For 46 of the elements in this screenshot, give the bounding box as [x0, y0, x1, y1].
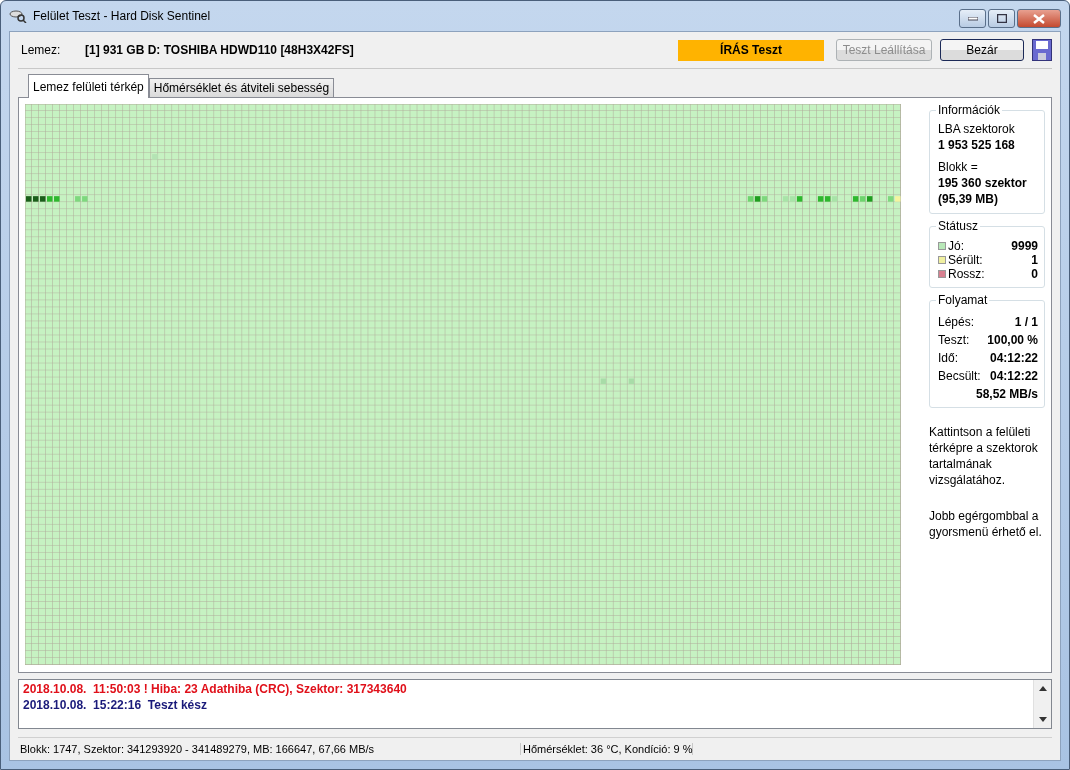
disk-label: Lemez: [20, 43, 62, 57]
log-entry: 2018.10.08. 15:22:16 Teszt kész [23, 697, 208, 713]
group-title: Státusz [936, 219, 981, 233]
disk-magnifier-icon [9, 9, 27, 23]
disk-name: [1] 931 GB D: TOSHIBA HDWD110 [48H3X42FS] [85, 43, 355, 57]
info-value: 195 360 szektor [938, 175, 1028, 191]
minimize-icon [967, 16, 978, 21]
progress-value: 04:12:22 [989, 369, 1038, 383]
info-label: LBA szektorok [938, 121, 1016, 137]
help-text: Jobb egérgombbal a gyorsmenü érhető el. [929, 508, 1043, 540]
group-title: Információk [936, 103, 1003, 117]
status-label: Rossz: [948, 267, 985, 281]
progress-label: Teszt: [938, 333, 970, 347]
group-title: Folyamat [936, 293, 990, 307]
progress-value: 04:12:22 [989, 351, 1038, 365]
tab[interactable]: Hőmérséklet és átviteli sebesség [148, 78, 335, 98]
scroll-down-icon[interactable] [1038, 717, 1047, 722]
tab[interactable]: Lemez felületi térkép [28, 74, 149, 98]
progress-label: Lépés: [938, 315, 975, 329]
test-mode-badge: ÍRÁS Teszt [678, 39, 824, 61]
status-count: 9999 [1011, 239, 1038, 253]
progress-value: 100,00 % [987, 333, 1038, 347]
scroll-up-icon[interactable] [1038, 686, 1047, 691]
status-bar-text: Hőmérséklet: 36 °C, Kondíció: 9 % [521, 743, 694, 755]
progress-value: 1 / 1 [1014, 315, 1038, 329]
window-title: Felület Teszt - Hard Disk Sentinel [33, 9, 212, 23]
progress-label: Becsült: [938, 369, 981, 383]
save-icon[interactable] [1032, 39, 1052, 61]
info-label: Blokk = [938, 159, 979, 175]
close-dialog-button[interactable]: Bezár [940, 39, 1024, 61]
help-text: Kattintson a felületi térképre a szektorok tartalmának vizsgálatához. [929, 424, 1039, 488]
progress-label: Idő: [938, 351, 958, 365]
close-icon [1033, 13, 1045, 24]
status-bar-text: Blokk: 1747, Szektor: 341293920 - 341489279, MB: 166647, 67,66 MB/s [18, 743, 521, 755]
speed-value: 58,52 MB/s [975, 387, 1038, 401]
minimize-button[interactable] [959, 9, 986, 28]
status-count: 1 [1031, 253, 1038, 267]
close-button[interactable] [1017, 9, 1061, 28]
status-label: Sérült: [948, 253, 983, 267]
status-count: 0 [1031, 267, 1038, 281]
info-value: (95,39 MB) [938, 191, 1000, 207]
maximize-button[interactable] [988, 9, 1015, 28]
info-value: 1 953 525 168 [938, 137, 1016, 153]
log-entry: 2018.10.08. 11:50:03 ! Hiba: 23 Adathiba (CRC), Szektor: 317343640 [23, 681, 408, 697]
maximize-icon [996, 14, 1007, 23]
status-label: Jó: [948, 239, 964, 253]
